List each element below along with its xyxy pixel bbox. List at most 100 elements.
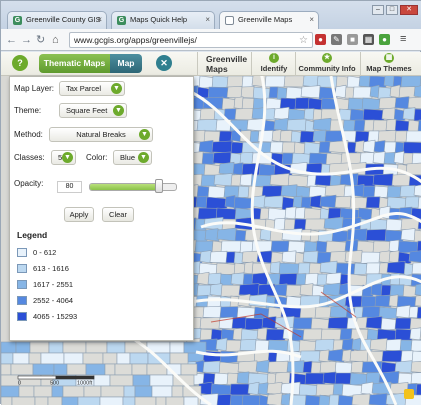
home-icon[interactable]: ⌂ <box>52 32 59 48</box>
parcel[interactable] <box>334 361 354 375</box>
parcel[interactable] <box>278 262 301 276</box>
parcel[interactable] <box>53 363 68 376</box>
parcel[interactable] <box>381 107 397 121</box>
parcel[interactable] <box>211 75 230 89</box>
parcel[interactable] <box>197 207 219 220</box>
parcel[interactable] <box>391 174 412 187</box>
parcel[interactable] <box>340 152 363 165</box>
parcel[interactable] <box>244 317 265 331</box>
community-info-tool[interactable]: ★ Community Info <box>298 53 356 73</box>
parcel[interactable] <box>12 352 30 365</box>
parcel[interactable] <box>15 341 31 354</box>
parcel[interactable] <box>413 184 421 197</box>
parcel[interactable] <box>220 284 242 297</box>
parcel[interactable] <box>411 262 421 275</box>
parcel[interactable] <box>66 363 87 376</box>
parcel[interactable] <box>241 250 260 264</box>
parcel[interactable] <box>329 305 349 319</box>
parcel[interactable] <box>267 360 290 374</box>
parcel[interactable] <box>365 262 382 275</box>
parcel[interactable] <box>220 240 243 253</box>
parcel[interactable] <box>109 374 134 387</box>
parcel[interactable] <box>280 184 299 198</box>
parcel[interactable] <box>106 341 126 354</box>
resize-grip-icon[interactable] <box>404 389 414 399</box>
parcel[interactable] <box>327 316 350 330</box>
parcel[interactable] <box>151 385 173 398</box>
parcel[interactable] <box>207 272 223 286</box>
reload-icon[interactable]: ↻ <box>36 32 45 48</box>
parcel[interactable] <box>83 385 102 398</box>
parcel[interactable] <box>131 363 148 376</box>
parcel[interactable] <box>212 151 233 165</box>
parcel[interactable] <box>373 185 390 199</box>
parcel[interactable] <box>202 360 222 374</box>
color-select[interactable]: Blue ▼ <box>113 150 152 165</box>
parcel[interactable] <box>33 385 53 398</box>
parcel[interactable] <box>344 249 364 264</box>
tab-greenville-maps[interactable]: Greenville Maps × <box>219 11 319 30</box>
parcel[interactable] <box>239 338 258 352</box>
parcel[interactable] <box>169 341 185 354</box>
extension-film-icon[interactable]: ▦ <box>363 34 374 45</box>
parcel[interactable] <box>285 86 304 100</box>
parcel[interactable] <box>304 218 327 231</box>
classes-select[interactable]: 5 ▼ <box>51 150 76 165</box>
opacity-slider[interactable] <box>89 183 177 191</box>
parcel[interactable] <box>102 352 118 365</box>
parcel[interactable] <box>377 86 393 100</box>
parcel[interactable] <box>394 317 413 330</box>
tab-quick-help[interactable]: G Maps Quick Help × <box>111 11 215 29</box>
parcel[interactable] <box>1 341 17 354</box>
parcel[interactable] <box>85 341 108 354</box>
parcel[interactable] <box>378 97 398 110</box>
parcel[interactable] <box>415 383 421 396</box>
parcel[interactable] <box>402 284 418 299</box>
method-select[interactable]: Natural Breaks ▼ <box>49 127 153 142</box>
parcel[interactable] <box>386 261 407 275</box>
parcel[interactable] <box>209 250 229 264</box>
parcel[interactable] <box>219 306 240 319</box>
parcel[interactable] <box>263 195 285 209</box>
parcel[interactable] <box>183 341 207 354</box>
parcel[interactable] <box>281 141 297 154</box>
parcel[interactable] <box>226 85 244 99</box>
parcel[interactable] <box>229 383 251 396</box>
parcel[interactable] <box>327 348 345 363</box>
parcel[interactable] <box>405 130 421 143</box>
minimize-button[interactable]: – <box>372 5 384 15</box>
parcel[interactable] <box>273 118 290 132</box>
parcel[interactable] <box>207 86 230 99</box>
parcel[interactable] <box>339 173 360 187</box>
parcel[interactable] <box>40 352 65 365</box>
back-icon[interactable]: ← <box>6 32 17 48</box>
parcel[interactable] <box>278 273 299 286</box>
parcel[interactable] <box>402 141 421 154</box>
parcel[interactable] <box>123 385 136 398</box>
parcel[interactable] <box>414 295 421 307</box>
parcel[interactable] <box>218 130 234 143</box>
parcel[interactable] <box>374 294 392 308</box>
parcel[interactable] <box>266 392 284 405</box>
parcel[interactable] <box>93 374 111 387</box>
menu-icon[interactable]: ≡ <box>400 31 406 47</box>
parcel[interactable] <box>283 75 306 88</box>
parcel[interactable] <box>334 372 353 385</box>
parcel[interactable] <box>414 283 421 296</box>
parcel[interactable] <box>319 260 339 275</box>
parcel[interactable] <box>264 75 287 88</box>
parcel[interactable] <box>216 394 233 405</box>
parcel[interactable] <box>246 118 265 132</box>
parcel[interactable] <box>400 228 417 242</box>
parcel[interactable] <box>413 85 421 98</box>
parcel[interactable] <box>314 338 336 352</box>
parcel[interactable] <box>346 228 369 242</box>
parcel[interactable] <box>132 374 151 387</box>
map-layer-select[interactable]: Tax Parcel ▼ <box>59 81 125 96</box>
parcel[interactable] <box>304 372 326 385</box>
parcel[interactable] <box>207 185 227 199</box>
parcel[interactable] <box>32 363 55 376</box>
parcel[interactable] <box>410 339 421 352</box>
bookmark-star-icon[interactable]: ☆ <box>299 33 308 49</box>
parcel[interactable] <box>411 152 421 165</box>
